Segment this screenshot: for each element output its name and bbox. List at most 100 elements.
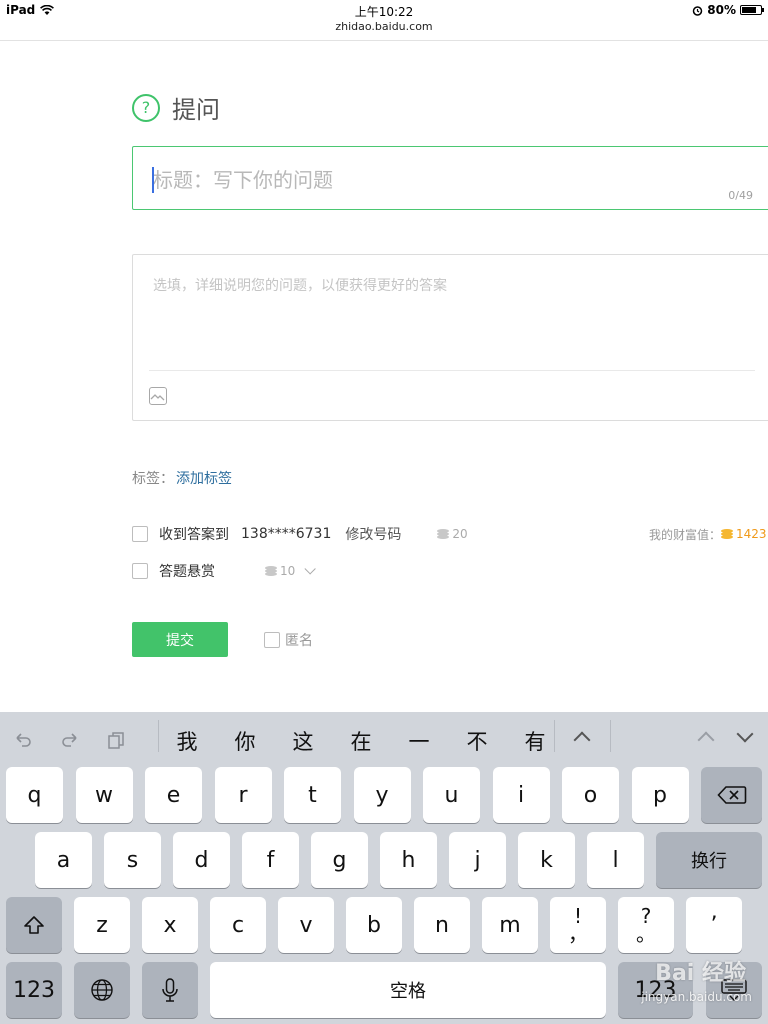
submit-button[interactable]: 提交: [132, 622, 228, 657]
key-d[interactable]: d: [173, 832, 230, 888]
receive-cost: 20: [437, 527, 468, 541]
redo-icon[interactable]: [60, 730, 80, 750]
question-icon: ?: [132, 93, 160, 122]
question-title-input[interactable]: [151, 159, 715, 201]
page-title-text: 提问: [172, 96, 220, 124]
key-n[interactable]: n: [414, 897, 470, 953]
paste-icon[interactable]: [106, 730, 126, 750]
tags-label: 标签：: [132, 471, 174, 487]
status-right: 80%: [692, 3, 764, 17]
apostrophe-key[interactable]: ’: [686, 897, 742, 953]
reward-row: 答题悬赏 10: [132, 561, 317, 581]
key-j[interactable]: j: [449, 832, 506, 888]
receive-cost-value: 20: [452, 527, 468, 541]
alarm-icon: [693, 5, 703, 16]
receive-answer-label: 收到答案到: [159, 527, 229, 543]
wealth-display: 我的财富值： 1423: [649, 526, 767, 543]
add-tag-link[interactable]: 添加标签: [176, 471, 232, 487]
gold-coin-icon: [721, 529, 734, 539]
key-k[interactable]: k: [518, 832, 575, 888]
reward-checkbox[interactable]: [132, 563, 148, 579]
globe-icon: [91, 979, 113, 1001]
key-b[interactable]: b: [346, 897, 402, 953]
space-key[interactable]: 空格: [210, 962, 606, 1018]
battery-icon: [740, 5, 764, 15]
watermark-logo: Bai 经验: [655, 961, 746, 986]
toolbar-divider: [610, 720, 611, 752]
question-description-box[interactable]: [132, 254, 768, 421]
expand-candidates-icon[interactable]: [573, 731, 591, 749]
reward-value: 10: [280, 564, 296, 578]
backspace-key[interactable]: [701, 767, 762, 823]
candidate-word[interactable]: 这: [283, 726, 323, 756]
previous-field-icon[interactable]: [697, 731, 715, 749]
exclamation-comma-key[interactable]: ! ，: [550, 897, 606, 953]
key-w[interactable]: w: [75, 767, 133, 823]
text-caret: [152, 167, 154, 193]
key-e[interactable]: e: [145, 767, 202, 823]
key-t[interactable]: t: [284, 767, 341, 823]
key-bottom-char: ，: [568, 922, 588, 946]
key-h[interactable]: h: [380, 832, 437, 888]
anonymous-checkbox[interactable]: [264, 632, 280, 648]
question-description-input[interactable]: [151, 273, 755, 357]
key-a[interactable]: a: [35, 832, 92, 888]
battery-percent: 80%: [707, 3, 736, 17]
candidate-word[interactable]: 你: [225, 726, 265, 756]
receive-answer-checkbox[interactable]: [132, 526, 148, 542]
question-period-key[interactable]: ? 。: [618, 897, 674, 953]
description-divider: [149, 370, 755, 371]
key-r[interactable]: r: [214, 767, 272, 823]
reward-label: 答题悬赏: [159, 564, 215, 580]
image-upload-icon[interactable]: [149, 387, 167, 405]
toolbar-divider: [158, 720, 159, 752]
key-m[interactable]: m: [482, 897, 538, 953]
key-c[interactable]: c: [210, 897, 266, 953]
key-o[interactable]: o: [562, 767, 619, 823]
numbers-key-left[interactable]: 123: [6, 962, 62, 1018]
phone-number: 138****6731: [241, 526, 332, 542]
candidate-word[interactable]: 一: [399, 726, 439, 756]
globe-key[interactable]: [74, 962, 130, 1018]
keyboard-toolbar: 我 你 这 在 一 不 有: [0, 712, 768, 764]
candidate-word[interactable]: 有: [515, 726, 555, 756]
key-l[interactable]: l: [587, 832, 644, 888]
key-x[interactable]: x: [142, 897, 198, 953]
reward-select[interactable]: 10: [265, 563, 317, 578]
undo-icon[interactable]: [13, 730, 33, 750]
backspace-icon: [716, 786, 746, 804]
tags-row: 标签： 添加标签: [132, 468, 232, 488]
key-v[interactable]: v: [278, 897, 334, 953]
shift-icon: [24, 916, 44, 934]
key-s[interactable]: s: [104, 832, 161, 888]
anonymous-label: 匿名: [285, 633, 313, 649]
edit-phone-link[interactable]: 修改号码: [345, 524, 401, 544]
next-field-icon[interactable]: [736, 725, 754, 743]
key-bottom-char: 。: [636, 922, 656, 946]
key-f[interactable]: f: [242, 832, 299, 888]
microphone-key[interactable]: [142, 962, 198, 1018]
question-title-box[interactable]: 0/49: [132, 146, 768, 210]
status-bar: iPad 上午10:22 zhidao.baidu.com 80%: [0, 0, 768, 41]
shift-key[interactable]: [6, 897, 62, 953]
key-z[interactable]: z: [74, 897, 130, 953]
candidate-word[interactable]: 在: [341, 726, 381, 756]
key-p[interactable]: p: [631, 767, 689, 823]
chevron-down-icon: [304, 563, 317, 575]
candidate-word[interactable]: 我: [167, 726, 207, 756]
page-title: ? 提问: [132, 90, 220, 125]
wealth-label: 我的财富值：: [649, 527, 722, 542]
return-key[interactable]: 换行: [656, 832, 762, 888]
candidate-word[interactable]: 不: [457, 726, 497, 756]
address-bar[interactable]: zhidao.baidu.com: [0, 20, 768, 33]
key-g[interactable]: g: [311, 832, 368, 888]
key-q[interactable]: q: [6, 767, 63, 823]
toolbar-divider: [554, 720, 555, 752]
wealth-value: 1423: [736, 527, 767, 541]
key-y[interactable]: y: [353, 767, 411, 823]
key-u[interactable]: u: [423, 767, 480, 823]
onscreen-keyboard: 我 你 这 在 一 不 有 qwertyuiop asdfghjkl 换行 zx…: [0, 712, 768, 1024]
key-i[interactable]: i: [492, 767, 550, 823]
anonymous-option[interactable]: 匿名: [264, 630, 313, 650]
watermark-url: jingyan.baidu.com: [641, 990, 752, 1004]
